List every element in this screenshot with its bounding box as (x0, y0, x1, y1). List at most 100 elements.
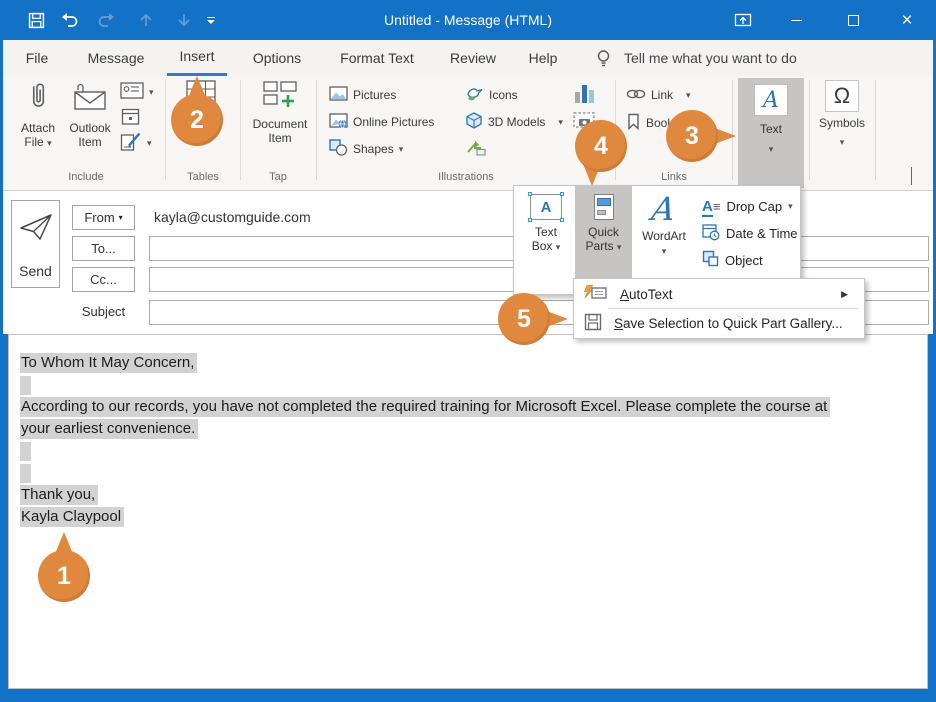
dropdown-caret-icon: ▾ (149, 88, 154, 97)
date-time-label: Date & Time (726, 226, 798, 241)
icons-label: Icons (489, 88, 518, 102)
icons-button[interactable]: Icons (465, 84, 518, 106)
calendar-icon (121, 107, 140, 129)
link-button[interactable]: Link ▾ (626, 84, 691, 106)
text-group-button[interactable]: A Text ▾ (738, 78, 804, 188)
send-button[interactable]: Send (11, 200, 60, 288)
minimize-button[interactable] (781, 8, 811, 32)
dropdown-caret-icon: ▾ (840, 138, 845, 147)
shapes-button[interactable]: Shapes ▾ (329, 138, 403, 160)
message-body[interactable]: To Whom It May Concern, According to our… (8, 334, 928, 689)
outlook-message-window: Untitled - Message (HTML) × File Message… (0, 0, 936, 702)
menu-separator (608, 308, 858, 309)
pictures-button[interactable]: Pictures (329, 84, 396, 106)
3d-cube-icon (465, 112, 483, 132)
selected-empty-line (20, 464, 31, 483)
wordart-label: WordArt (642, 229, 686, 243)
tab-format-text[interactable]: Format Text (327, 40, 427, 76)
online-pictures-label: Online Pictures (353, 115, 434, 129)
chart-icon (573, 83, 597, 107)
wordart-icon: A (650, 194, 677, 224)
attach-file-button[interactable]: Attach File ▾ (14, 80, 62, 149)
dropdown-caret-icon: ▾ (662, 247, 667, 256)
pictures-icon (329, 86, 348, 105)
cc-label: Cc... (90, 272, 117, 287)
tell-me-box[interactable]: Tell me what you want to do (624, 40, 797, 76)
text-box-icon: A (530, 194, 562, 220)
quick-parts-submenu: AutoText ▶ Save Selection to Quick Part … (573, 278, 865, 339)
tab-review[interactable]: Review (437, 40, 509, 76)
dropdown-caret-icon: ▾ (47, 138, 52, 148)
selected-empty-line (20, 442, 31, 461)
outlook-item-button[interactable]: Outlook Item (64, 80, 116, 149)
from-label: From (84, 210, 114, 225)
dropdown-caret-icon: ▾ (399, 145, 404, 154)
business-card-button[interactable]: ▾ (120, 81, 154, 103)
bookmark-icon (626, 113, 641, 133)
object-label: Object (725, 253, 763, 268)
drop-cap-button[interactable]: A≡ Drop Cap ▾ (702, 194, 793, 218)
document-item-label: Document Item (249, 117, 311, 145)
autotext-label: AutoText (620, 287, 673, 302)
message-text: To Whom It May Concern, According to our… (20, 352, 830, 528)
drop-cap-icon: A≡ (702, 199, 720, 214)
maximize-button[interactable] (838, 8, 868, 32)
quick-parts-icon (594, 194, 614, 220)
dropdown-caret-icon: ▾ (558, 118, 563, 127)
selected-text-line: Kayla Claypool (20, 507, 124, 527)
text-box-label: Text (535, 225, 557, 239)
group-label-tap: Tap (241, 171, 315, 183)
autotext-icon (584, 285, 608, 304)
smartart-button[interactable] (465, 138, 487, 160)
tab-message[interactable]: Message (71, 40, 161, 76)
autotext-menu-item[interactable]: AutoText ▶ (580, 282, 858, 307)
symbols-button[interactable]: Ω Symbols ▾ (813, 80, 871, 147)
selected-text-line: Thank you, (20, 485, 98, 505)
group-label-tables: Tables (166, 171, 240, 183)
tab-help[interactable]: Help (517, 40, 569, 76)
symbols-label: Symbols (819, 116, 865, 130)
object-button[interactable]: Object (702, 248, 763, 272)
title-bar: Untitled - Message (HTML) × (0, 0, 936, 40)
group-label-links: Links (616, 171, 732, 183)
text-box-button[interactable]: A Text Box ▾ (518, 186, 574, 294)
group-label-include: Include (11, 171, 161, 183)
selected-text-line: To Whom It May Concern, (20, 353, 197, 373)
from-button[interactable]: From ▾ (72, 205, 135, 230)
submenu-arrow-icon: ▶ (841, 289, 848, 300)
3d-models-label: 3D Models (488, 115, 545, 129)
chart-button[interactable] (573, 84, 597, 106)
3d-models-button[interactable]: 3D Models ▾ (465, 111, 563, 133)
collapse-ribbon-button[interactable] (911, 168, 912, 186)
from-address: kayla@customguide.com (154, 209, 311, 225)
dropdown-caret-icon: ▾ (769, 145, 774, 154)
save-selection-label: Save Selection to Quick Part Gallery... (614, 316, 843, 331)
drop-cap-label: Drop Cap (726, 199, 782, 214)
online-pictures-button[interactable]: Online Pictures (329, 111, 434, 133)
save-icon (584, 313, 602, 334)
pictures-label: Pictures (353, 88, 396, 102)
dropdown-caret-icon: ▾ (119, 213, 123, 222)
cc-button[interactable]: Cc... (72, 267, 135, 292)
calendar-button[interactable] (121, 107, 140, 129)
callout-3: 3 (666, 110, 718, 162)
text-label: Text (760, 122, 782, 136)
signature-pen-icon (120, 131, 142, 156)
date-time-button[interactable]: Date & Time (702, 221, 798, 245)
document-item-button[interactable]: Document Item (249, 80, 311, 145)
link-label: Link (651, 88, 673, 102)
tab-file[interactable]: File (13, 40, 61, 76)
link-icon (626, 87, 646, 104)
tab-insert[interactable]: Insert (167, 40, 227, 76)
close-button[interactable]: × (892, 8, 922, 32)
ribbon-display-options-icon[interactable] (728, 8, 758, 32)
to-button[interactable]: To... (72, 236, 135, 261)
selected-empty-line (20, 376, 31, 395)
save-selection-menu-item[interactable]: Save Selection to Quick Part Gallery... (580, 311, 858, 336)
selected-text-line: your earliest convenience. (20, 419, 198, 439)
ribbon-tab-row: File Message Insert Options Format Text … (3, 40, 933, 76)
envelope-icon (72, 80, 108, 117)
signature-button[interactable]: ▾ (120, 132, 152, 154)
tab-options[interactable]: Options (237, 40, 317, 76)
dropdown-caret-icon: ▾ (147, 139, 152, 148)
